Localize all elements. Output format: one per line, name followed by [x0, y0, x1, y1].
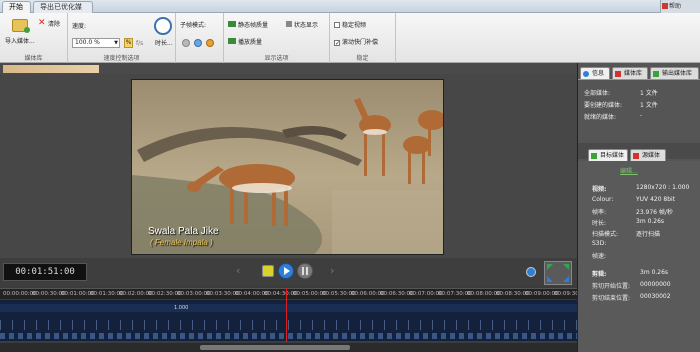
media-filename: [3, 65, 99, 73]
info-icon: [583, 71, 589, 77]
stabilize-group-label: 稳定: [356, 55, 369, 62]
clock-icon[interactable]: [154, 17, 172, 35]
subtitle-caption: ( Female Impala ): [150, 238, 213, 247]
total-media-value: 1 文件: [640, 90, 658, 97]
frame-mode-option-3[interactable]: [206, 39, 214, 47]
record-button[interactable]: [526, 267, 536, 277]
percent-mode-button[interactable]: %: [124, 38, 133, 48]
cut-start-label: 剪切开始位置:: [592, 283, 631, 290]
ribbon: 导入媒体... ✕ 清除 媒体库 速度: 100.0 % ▼ % f/s 速度控制…: [0, 13, 700, 63]
previous-frame-button[interactable]: ‹: [236, 264, 240, 277]
colour-label: Colour:: [592, 196, 614, 203]
media-library-icon: [615, 71, 621, 77]
scan-mode-label: 扫描模式:: [592, 231, 619, 238]
ready-media-value: -: [640, 112, 643, 119]
tab-media-library[interactable]: 媒体库: [612, 67, 648, 79]
stabilize-video-checkbox[interactable]: 稳定视频: [334, 20, 366, 29]
pause-button[interactable]: [297, 263, 313, 279]
clear-icon[interactable]: ✕: [38, 18, 46, 28]
edit-link[interactable]: 编辑...: [620, 166, 638, 175]
play-icon: [284, 267, 290, 275]
playback-quality-button[interactable]: 播放质量: [238, 37, 262, 46]
framerate-label: 帧率:: [592, 209, 607, 216]
frame-mode-option-2[interactable]: [194, 39, 202, 47]
subtitle-title: Swala Pala Jike: [148, 226, 219, 237]
timeline-track[interactable]: 1.000: [0, 299, 577, 341]
tab-source-media[interactable]: 源媒体: [630, 149, 666, 161]
help-icon: [662, 3, 668, 9]
static-quality-icon: [228, 21, 236, 27]
cut-end-value: 00030002: [640, 293, 671, 300]
tab-home[interactable]: 开始: [2, 1, 31, 13]
keyframe-markers: [0, 320, 577, 330]
ready-media-label: 就绪的媒体:: [584, 114, 617, 121]
pause-icon: [302, 267, 304, 275]
import-media-button[interactable]: 导入媒体...: [5, 36, 35, 45]
scroll-thumb[interactable]: [200, 345, 350, 350]
add-icon: [24, 27, 30, 33]
mark-button[interactable]: [262, 265, 274, 277]
tab-output-library[interactable]: 输出媒体库: [650, 67, 699, 79]
frame-mode-option-1[interactable]: [182, 39, 190, 47]
speed-label: 速度:: [72, 23, 87, 30]
media-group: 导入媒体... ✕ 清除 媒体库: [0, 13, 68, 63]
timecode-display: 00:01:51:00: [3, 263, 87, 281]
media-group-label: 媒体库: [24, 55, 43, 62]
clear-button[interactable]: 清除: [48, 19, 60, 28]
playback-quality-icon: [228, 38, 236, 44]
fps-mode-button[interactable]: f/s: [136, 40, 143, 47]
info-panel: 信息 媒体库 输出媒体库 全部媒体: 1 文件 要创建的媒体: 1 文件 就绪的…: [577, 63, 700, 352]
timeline-scrollbar[interactable]: [0, 343, 577, 352]
tab-info[interactable]: 信息: [580, 67, 610, 79]
speed-group-label: 速度控制选项: [103, 55, 140, 62]
output-library-icon: [653, 71, 659, 77]
clip-speed-label: 1.000: [174, 305, 189, 311]
next-frame-button[interactable]: ›: [330, 264, 334, 277]
duration-value: 3m 0.26s: [636, 218, 665, 225]
fullscreen-button[interactable]: [544, 261, 572, 285]
duration-button[interactable]: 时长...: [155, 38, 173, 47]
media-to-create-value: 1 文件: [640, 102, 658, 109]
cut-start-value: 00000000: [640, 281, 671, 288]
help-button[interactable]: 帮助: [660, 0, 700, 13]
media-to-create-label: 要创建的媒体:: [584, 102, 623, 109]
total-media-label: 全部媒体:: [584, 90, 611, 97]
tab-export[interactable]: 导出已优化媒体: [33, 1, 93, 22]
clip-section-header: 剪辑:: [592, 271, 607, 278]
timeline-ruler[interactable]: 00:00:00:00 00:00:30:00 00:01:00:00 00:01:3…: [0, 288, 588, 299]
resolution-value: 1280x720 : 1.000: [636, 184, 690, 191]
video-preview[interactable]: Swala Pala Jike ( Female Impala ): [131, 79, 444, 255]
static-quality-button[interactable]: 静态帧质量: [238, 20, 268, 29]
status-display-button[interactable]: 状态显示: [294, 20, 318, 29]
duration-label: 时长:: [592, 220, 607, 227]
source-media-icon: [633, 153, 639, 159]
frame-speed-label: 帧速:: [592, 253, 607, 260]
target-media-icon: [591, 153, 597, 159]
stabilize-group: 稳定视频 ✓ 滚动快门补偿 稳定: [330, 13, 396, 63]
s3d-label: S3D:: [592, 240, 607, 247]
video-section-header: 视频:: [592, 186, 607, 193]
playhead[interactable]: [286, 288, 287, 342]
speed-select[interactable]: 100.0 % ▼: [72, 38, 120, 48]
tab-target-media[interactable]: 目标媒体: [588, 149, 628, 161]
scan-mode-value: 逐行扫描: [636, 231, 661, 238]
colour-value: YUV 420 8bit: [636, 196, 676, 203]
frame-mode-label: 子帧模式:: [180, 22, 207, 29]
framerate-value: 23.976 帧/秒: [636, 209, 673, 216]
rolling-shutter-checkbox[interactable]: ✓ 滚动快门补偿: [334, 37, 378, 47]
expand-icon: [547, 264, 553, 270]
status-display-icon: [286, 21, 292, 27]
display-group: 静态帧质量 播放质量 状态显示 显示选项: [223, 13, 330, 63]
chevron-down-icon: ▼: [114, 40, 118, 46]
cut-end-label: 剪切结束位置:: [592, 295, 631, 302]
ribbon-tab-bar: 开始 导出已优化媒体: [0, 0, 700, 22]
clip-duration-value: 3m 0.26s: [640, 269, 669, 276]
display-group-label: 显示选项: [264, 55, 289, 62]
